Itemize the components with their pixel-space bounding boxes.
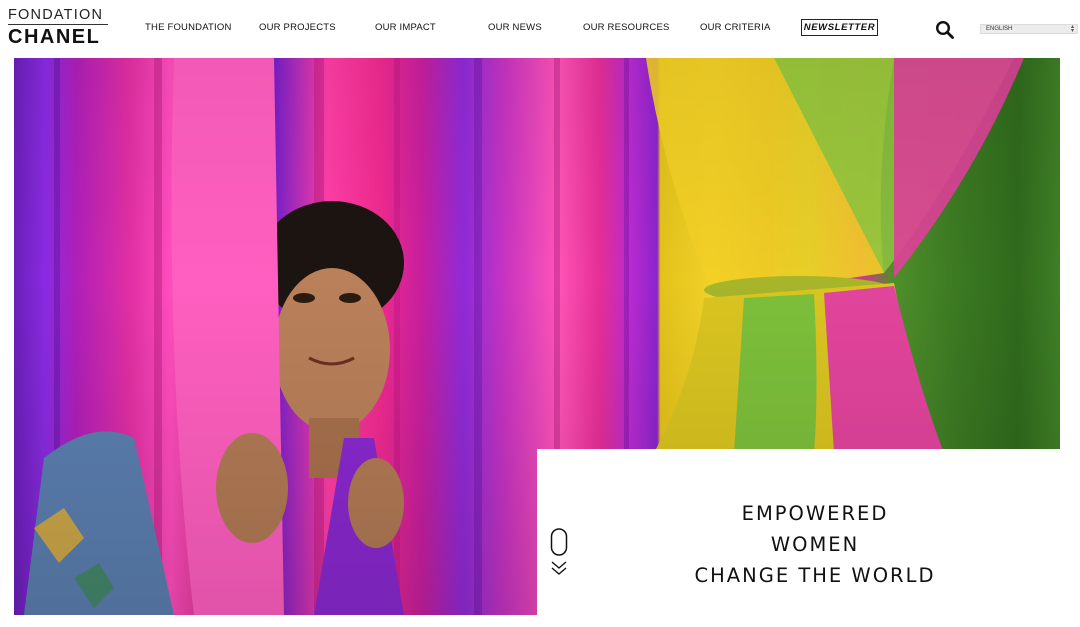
nav-item-our-impact[interactable]: OUR IMPACT (375, 22, 436, 33)
nav-item-our-resources[interactable]: OUR RESOURCES (583, 22, 670, 33)
select-arrows-icon: ▴ ▾ (1070, 24, 1074, 34)
headline-line-1: EMPOWERED (741, 502, 889, 525)
logo-divider (8, 24, 108, 25)
headline-line-2: WOMEN (770, 533, 860, 556)
search-icon[interactable] (935, 20, 955, 40)
logo-line-1: FONDATION (8, 7, 104, 23)
nav-item-our-news[interactable]: OUR NEWS (488, 22, 542, 33)
newsletter-button[interactable]: NEWSLETTER (801, 19, 878, 36)
nav-item-the-foundation[interactable]: THE FOUNDATION (145, 22, 232, 33)
scroll-down-icon[interactable] (549, 528, 571, 580)
logo-line-2: CHANEL (8, 26, 101, 48)
nav-item-our-projects[interactable]: OUR PROJECTS (259, 22, 336, 33)
language-select[interactable]: ENGLISH ▴ ▾ (980, 24, 1078, 34)
nav-item-our-criteria[interactable]: OUR CRITERIA (700, 22, 771, 33)
hero-headline: EMPOWERED WOMEN CHANGE THE WORLD (640, 498, 990, 591)
language-select-value: ENGLISH (986, 26, 1013, 32)
logo[interactable]: FONDATION CHANEL (8, 8, 110, 47)
headline-line-3: CHANGE THE WORLD (694, 564, 936, 587)
